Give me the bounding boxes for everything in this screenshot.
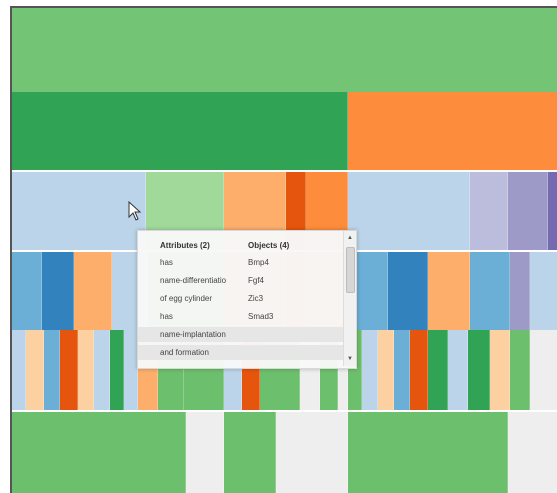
treemap-cell[interactable] (78, 330, 94, 410)
treemap-cell[interactable] (224, 412, 276, 493)
tooltip-row[interactable]: name-differentiatio Fgf4 (138, 273, 343, 288)
treemap-cell[interactable] (378, 330, 394, 410)
treemap-cell[interactable] (186, 412, 224, 493)
treemap-cell[interactable] (510, 252, 530, 330)
attributes-header: Attributes (2) (160, 241, 210, 250)
attribute-value: name-implantation (160, 330, 226, 339)
treemap-cell[interactable] (468, 330, 490, 410)
treemap-cell[interactable] (12, 412, 186, 493)
arrow-down-icon[interactable]: ▼ (344, 354, 356, 364)
treemap-cell[interactable] (490, 330, 510, 410)
treemap-cell[interactable] (110, 330, 124, 410)
treemap-cell[interactable] (348, 92, 557, 170)
object-value: Smad3 (248, 312, 274, 321)
treemap-cell[interactable] (12, 92, 348, 170)
treemap-cell[interactable] (74, 252, 112, 330)
attribute-value: name-differentiatio (160, 276, 227, 285)
treemap-cell[interactable] (12, 330, 26, 410)
mouse-pointer-icon (128, 201, 142, 221)
attribute-value: has (160, 312, 173, 321)
tooltip-row[interactable]: has Bmp4 (138, 255, 343, 270)
treemap-cell[interactable] (12, 8, 557, 92)
treemap-cell[interactable] (388, 252, 428, 330)
treemap-cell[interactable] (362, 330, 378, 410)
treemap-cell[interactable] (428, 330, 448, 410)
tooltip-row[interactable]: of egg cylinder Zic3 (138, 291, 343, 306)
treemap-cell[interactable] (470, 172, 508, 250)
treemap-cell[interactable] (276, 412, 348, 493)
object-value: Bmp4 (248, 258, 269, 267)
tooltip-row[interactable]: has Smad3 (138, 309, 343, 324)
treemap-cell[interactable] (470, 252, 510, 330)
treemap-cell[interactable] (44, 330, 60, 410)
treemap-cell[interactable] (12, 252, 42, 330)
treemap-cell[interactable] (530, 252, 557, 330)
treemap-cell[interactable] (508, 412, 557, 493)
treemap-cell[interactable] (348, 172, 470, 250)
arrow-up-icon[interactable]: ▲ (344, 233, 356, 243)
concept-tooltip[interactable]: Attributes (2) Objects (4) has Bmp4 name-d… (137, 230, 357, 369)
object-value: Zic3 (248, 294, 264, 303)
treemap-cell[interactable] (124, 330, 138, 410)
tooltip-row[interactable]: name-implantation (138, 327, 343, 342)
treemap-cell[interactable] (12, 172, 146, 250)
tooltip-header: Attributes (2) Objects (4) (138, 238, 343, 253)
treemap-cell[interactable] (428, 252, 470, 330)
attribute-value: has (160, 258, 173, 267)
treemap-cell[interactable] (348, 412, 508, 493)
treemap-cell[interactable] (510, 330, 530, 410)
treemap-cell[interactable] (530, 330, 557, 410)
scrollbar-thumb[interactable] (346, 247, 355, 293)
attribute-value: of egg cylinder (160, 294, 213, 303)
treemap-cell[interactable] (94, 330, 110, 410)
treemap-cell[interactable] (548, 172, 557, 250)
treemap-cell[interactable] (394, 330, 410, 410)
treemap-cell[interactable] (42, 252, 74, 330)
attribute-value: and formation (160, 348, 209, 357)
tooltip-scrollbar[interactable]: ▲ ▼ (343, 231, 356, 366)
treemap-cell[interactable] (508, 172, 548, 250)
object-value: Fgf4 (248, 276, 265, 285)
objects-header: Objects (4) (248, 241, 290, 250)
treemap-cell[interactable] (410, 330, 428, 410)
treemap-cell[interactable] (60, 330, 78, 410)
visualization-frame: Attributes (2) Objects (4) has Bmp4 name-d… (10, 6, 557, 493)
tooltip-row[interactable]: and formation (138, 345, 343, 360)
treemap-cell[interactable] (26, 330, 44, 410)
treemap-cell[interactable] (448, 330, 468, 410)
